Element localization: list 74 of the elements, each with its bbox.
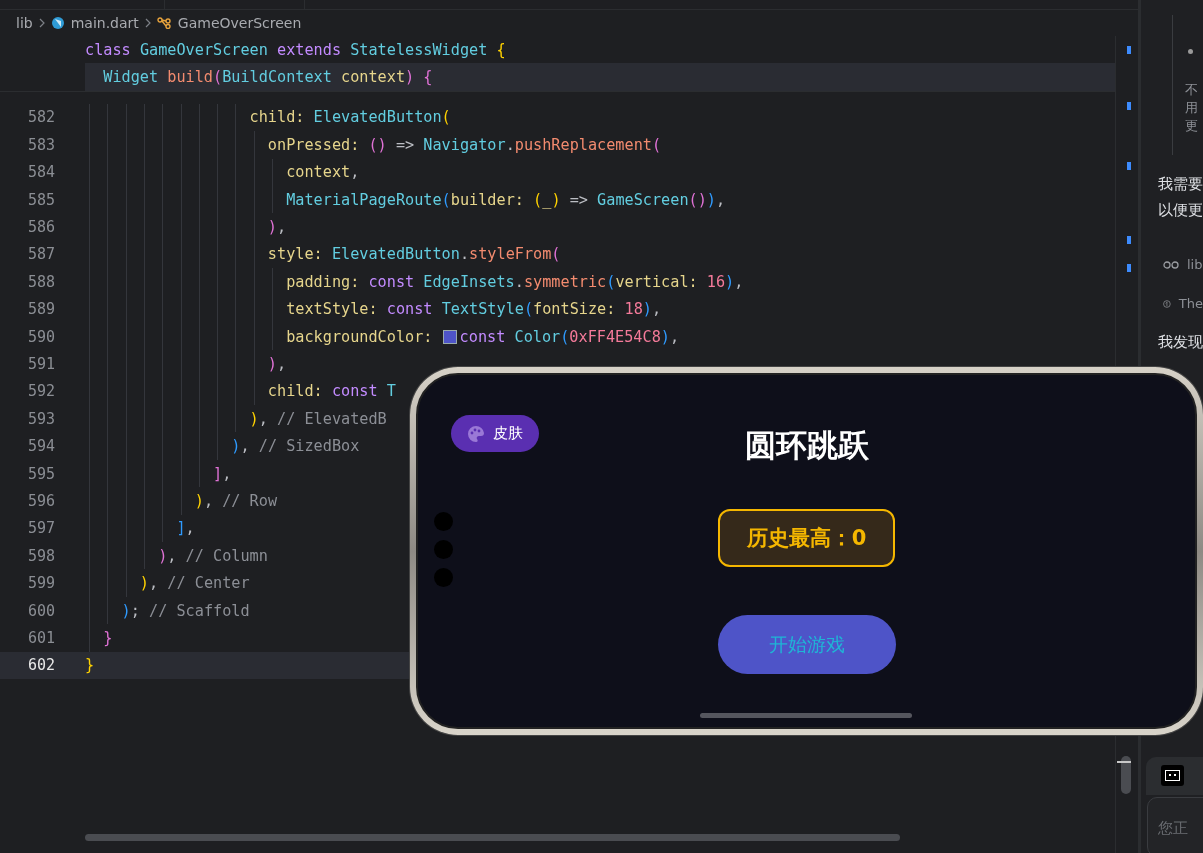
line-number: 591 — [26, 355, 56, 373]
line-number: 596 — [26, 491, 56, 510]
horizontal-scrollbar[interactable] — [85, 834, 900, 841]
line-number: 586 — [26, 218, 56, 237]
scroll-thumb[interactable] — [1121, 756, 1131, 794]
chevron-right-icon — [38, 18, 45, 28]
class-structure-icon — [156, 17, 172, 29]
line-number: 599 — [26, 574, 56, 593]
message-text: 我发现 — [1158, 332, 1203, 353]
palette-icon — [467, 424, 485, 443]
code-text: onPressed: () => Navigator.pushReplacement( — [266, 135, 662, 154]
code-text: class GameOverScreen extends StatelessWidget { — [85, 40, 506, 59]
message-text: 以便更 — [1158, 200, 1203, 221]
code-text: backgroundColor: — [285, 327, 434, 346]
code-text: ], — [212, 464, 232, 483]
chevron-right-icon — [144, 18, 151, 28]
line-number: 582 — [26, 108, 56, 127]
line-number: 593 — [26, 409, 56, 428]
line-number: 583 — [26, 135, 56, 154]
code-text: ); // Scaffold — [120, 601, 250, 620]
line-number: 594 — [26, 437, 56, 456]
reference-label[interactable]: The — [1178, 296, 1203, 311]
line-number: 600 — [26, 601, 56, 620]
line-number: 589 — [26, 300, 56, 319]
code-text: padding: const EdgeInsets.symmetric(vertical: 16), — [285, 272, 744, 291]
code-text: ), // SizedBox — [230, 437, 360, 456]
line-number: 590 — [26, 327, 56, 346]
code-text: ), // ElevatedB — [248, 409, 387, 428]
line-number: 598 — [26, 546, 56, 565]
code-text: ), // Column — [157, 546, 268, 565]
dart-file-icon — [50, 16, 65, 30]
code-text: textStyle: const TextStyle(fontSize: 18), — [285, 300, 662, 319]
code-text: ), — [266, 355, 287, 373]
breadcrumb-item[interactable]: lib — [16, 15, 33, 31]
code-text: ), — [266, 218, 287, 237]
line-number: 601 — [26, 628, 56, 647]
line-number: 602 — [26, 656, 56, 675]
code-text: } — [102, 628, 113, 647]
message-text: 我需要 — [1158, 174, 1203, 195]
reference-label[interactable]: lib — [1187, 257, 1203, 272]
code-text: context, — [285, 163, 360, 182]
line-number: 585 — [26, 190, 56, 209]
code-text: child: const T — [266, 382, 396, 401]
skin-button[interactable]: 皮肤 — [451, 415, 539, 452]
camera-dot-icon — [434, 568, 453, 587]
code-text: Widget build(BuildContext context) { — [102, 68, 433, 87]
line-number: 588 — [26, 272, 56, 291]
chat-icon[interactable] — [1161, 765, 1184, 786]
line-number: 592 — [26, 382, 56, 401]
code-text: ], — [175, 519, 195, 538]
glasses-icon — [1163, 260, 1179, 269]
code-text: const Color(0xFF4E54C8), — [459, 327, 680, 346]
quote-text: 更 — [1185, 117, 1199, 135]
line-number: 584 — [26, 163, 56, 182]
bullet-icon — [1188, 49, 1193, 54]
line-number: 595 — [26, 464, 56, 483]
camera-dot-icon — [434, 540, 453, 559]
code-text: MaterialPageRoute(builder: (_) => GameScreen()), — [285, 190, 726, 209]
code-text: ), // Center — [138, 574, 250, 593]
game-title: 圆环跳跃 — [744, 427, 869, 463]
chat-input-field[interactable]: 您正 — [1147, 797, 1203, 853]
code-text: ), // Row — [193, 491, 278, 510]
breadcrumb-item[interactable]: main.dart — [70, 15, 139, 31]
code-text: style: ElevatedButton.styleFrom( — [266, 245, 561, 264]
code-text: child: ElevatedButton( — [248, 108, 451, 127]
line-number: 597 — [26, 519, 56, 538]
color-swatch-icon[interactable] — [442, 329, 457, 344]
breadcrumb-item[interactable]: GameOverScreen — [177, 15, 302, 31]
quote-text: 用 — [1185, 99, 1199, 117]
line-number: 587 — [26, 245, 56, 264]
camera-dot-icon — [434, 512, 453, 531]
best-score-badge: 历史最高：0 — [718, 509, 895, 567]
quote-text: 不 — [1185, 81, 1199, 99]
code-text: } — [85, 656, 95, 675]
